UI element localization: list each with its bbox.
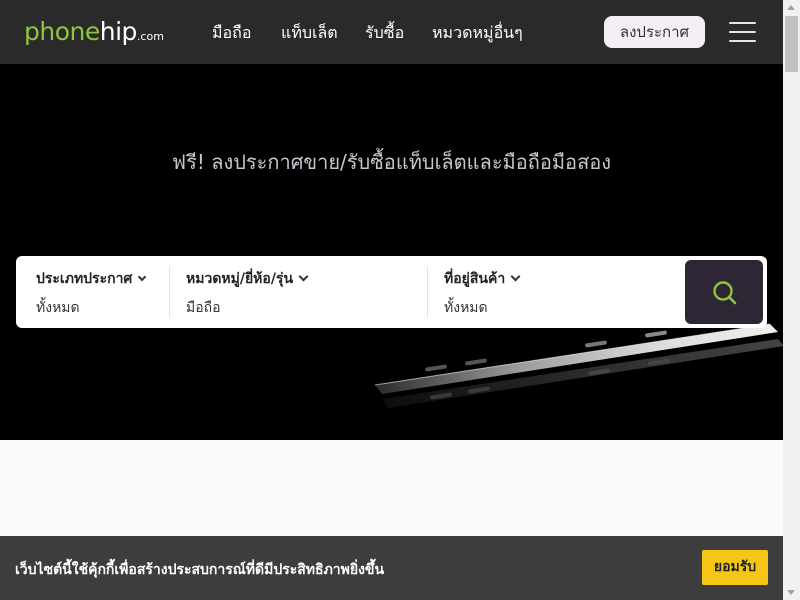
hero-title: ฟรี! ลงประกาศขาย/รับซื้อแท็บเล็ตและมือถื… [171, 150, 612, 174]
page-content [0, 440, 783, 536]
ad-type-label: ประเภทประกาศ [36, 271, 133, 287]
logo-text-phone: phone [24, 17, 100, 46]
nav-link-buy[interactable]: รับซื้อ [365, 21, 404, 46]
logo-text-hip: hip [99, 17, 138, 46]
category-label: หมวดหมู่/ยี่ห้อ/รุ่น [186, 271, 294, 287]
scroll-up-arrow-icon[interactable] [787, 5, 795, 10]
cookie-banner: เว็บไซต์นี้ใช้คุ้กกี้เพื่อสร้างประสบการณ… [0, 536, 783, 600]
page-scrollbar[interactable] [783, 0, 800, 600]
nav-link-mobile[interactable]: มือถือ [212, 21, 251, 46]
search-icon [713, 281, 737, 305]
ad-type-value: ทั้งหมด [36, 300, 80, 316]
chevron-down-icon [298, 271, 309, 282]
category-select[interactable]: หมวดหมู่/ยี่ห้อ/รุ่น มือถือ [170, 256, 427, 328]
category-value: มือถือ [186, 300, 221, 316]
chevron-down-icon [138, 272, 147, 282]
site-header: phonehip.com มือถือ แท็บเล็ต รับซื้อ หมว… [0, 0, 783, 64]
logo-text-suffix: .com [136, 30, 164, 43]
location-value: ทั้งหมด [444, 300, 488, 316]
location-select[interactable]: ที่อยู่สินค้า ทั้งหมด [428, 256, 683, 328]
hamburger-menu-icon[interactable] [729, 22, 756, 42]
scroll-down-arrow-icon[interactable] [787, 590, 795, 595]
chevron-down-icon [510, 271, 521, 282]
site-logo[interactable]: phonehip.com [24, 17, 164, 46]
search-bar: ประเภทประกาศ ทั้งหมด หมวดหมู่/ยี่ห้อ/รุ่… [16, 256, 767, 328]
cookie-message: เว็บไซต์นี้ใช้คุ้กกี้เพื่อสร้างประสบการณ… [15, 562, 385, 578]
nav-link-tablet[interactable]: แท็บเล็ต [281, 21, 338, 46]
hero-banner: ฟรี! ลงประกาศขาย/รับซื้อแท็บเล็ตและมือถื… [0, 64, 783, 440]
cookie-accept-button[interactable]: ยอมรับ [702, 550, 768, 585]
post-ad-button[interactable]: ลงประกาศ [604, 16, 705, 48]
nav-link-other-categories[interactable]: หมวดหมู่อื่นๆ [432, 21, 523, 46]
scrollbar-thumb[interactable] [785, 16, 798, 72]
location-label: ที่อยู่สินค้า [444, 271, 506, 287]
ad-type-select[interactable]: ประเภทประกาศ ทั้งหมด [16, 256, 169, 328]
search-button[interactable] [685, 260, 763, 324]
